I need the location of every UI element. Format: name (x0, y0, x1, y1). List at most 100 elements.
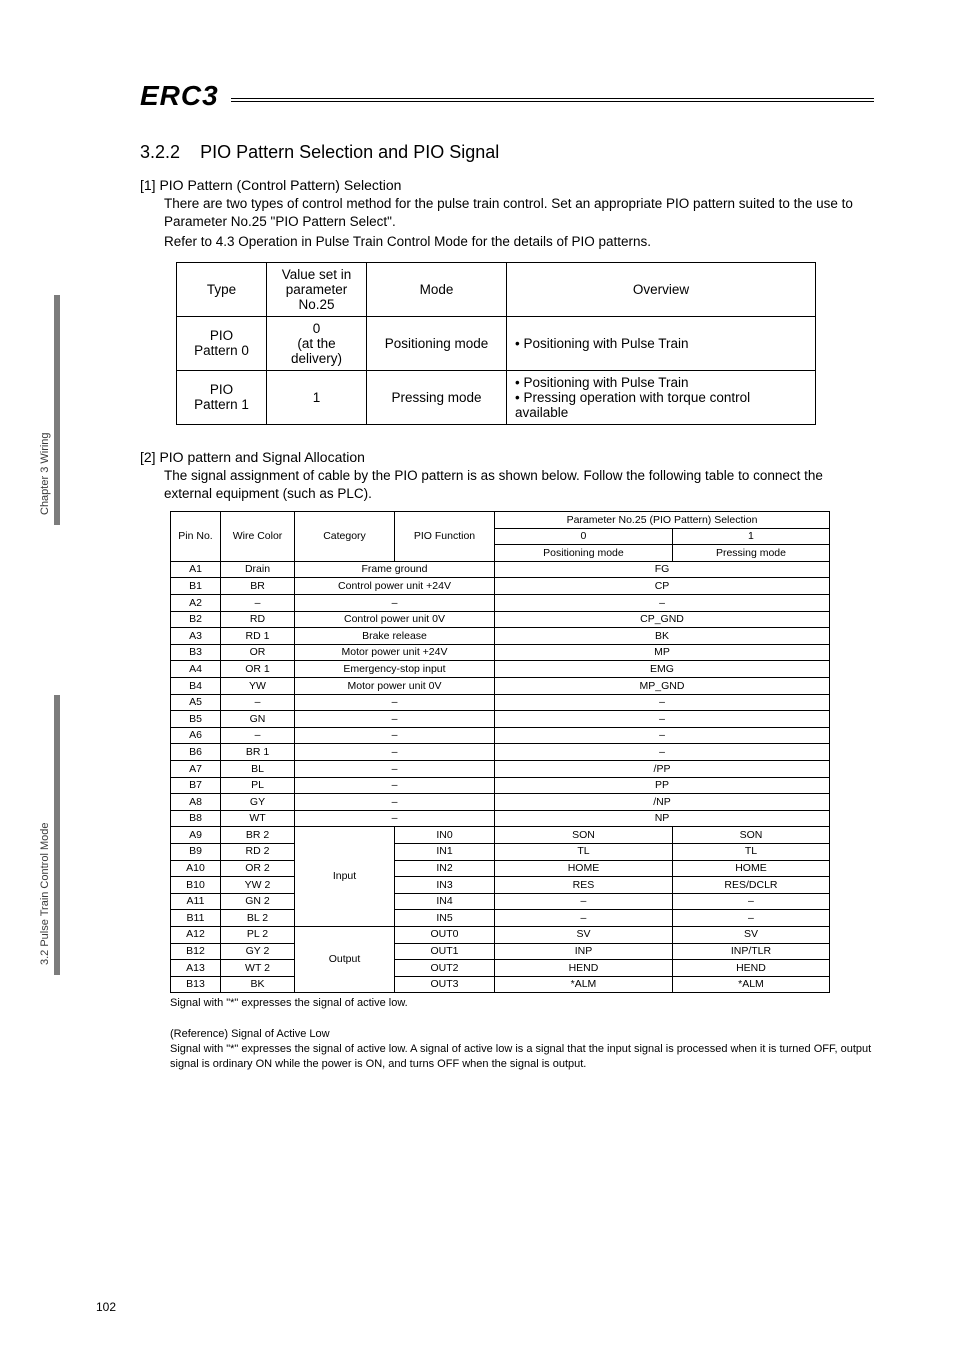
table-cell: PIO Pattern 0 (177, 316, 267, 370)
table-header: PIO Function (395, 512, 495, 562)
cell-pin: A10 (171, 860, 221, 877)
cell-signal-pos: HOME (495, 860, 673, 877)
header-rule (231, 98, 874, 99)
cell-wire: YW 2 (221, 877, 295, 894)
table-header: Type (177, 262, 267, 316)
cell-wire: BR 1 (221, 744, 295, 761)
cell-pin: B8 (171, 810, 221, 827)
table-row: B7PL–PP (171, 777, 830, 794)
cell-pin: B11 (171, 910, 221, 927)
cell-signal-pos: *ALM (495, 976, 673, 993)
cell-signal: /NP (495, 794, 830, 811)
cell-wire: GY (221, 794, 295, 811)
cell-wire: BR (221, 578, 295, 595)
cell-function: OUT0 (395, 926, 495, 943)
table-row: B3ORMotor power unit +24VMP (171, 644, 830, 661)
table-row: A10OR 2IN2HOMEHOME (171, 860, 830, 877)
cell-wire: GY 2 (221, 943, 295, 960)
table-row: A4OR 1Emergency-stop inputEMG (171, 661, 830, 678)
cell-category: – (295, 761, 495, 778)
cell-wire: RD (221, 611, 295, 628)
cell-wire: BL 2 (221, 910, 295, 927)
cell-category: – (295, 727, 495, 744)
cell-function: IN5 (395, 910, 495, 927)
side-tab-container: Chapter 3 Wiring 3.2 Pulse Train Control… (0, 0, 56, 1350)
table-cell: PIO Pattern 1 (177, 370, 267, 424)
cell-pin: B4 (171, 678, 221, 695)
cell-signal-press: HEND (672, 960, 829, 977)
cell-category: Motor power unit 0V (295, 678, 495, 695)
cell-wire: Drain (221, 561, 295, 578)
cell-wire: – (221, 694, 295, 711)
table-footnote: Signal with "*" expresses the signal of … (170, 997, 874, 1009)
cell-wire: PL (221, 777, 295, 794)
table-cell: • Positioning with Pulse Train • Pressin… (507, 370, 816, 424)
table-cell: 0 (at the delivery) (267, 316, 367, 370)
pio-pattern-table: Type Value set in parameter No.25 Mode O… (176, 262, 816, 425)
cell-function: IN0 (395, 827, 495, 844)
cell-function: IN1 (395, 843, 495, 860)
cell-wire: BR 2 (221, 827, 295, 844)
cell-pin: A3 (171, 628, 221, 645)
cell-wire: – (221, 727, 295, 744)
cell-wire: YW (221, 678, 295, 695)
cell-pin: A13 (171, 960, 221, 977)
table-row: A8GY–/NP (171, 794, 830, 811)
cell-signal: – (495, 727, 830, 744)
cell-signal: PP (495, 777, 830, 794)
table-row: A13WT 2OUT2HENDHEND (171, 960, 830, 977)
table-row: B4YWMotor power unit 0VMP_GND (171, 678, 830, 695)
cell-pin: B3 (171, 644, 221, 661)
subsection-2-heading: [2] PIO pattern and Signal Allocation (140, 449, 874, 465)
reference-title: (Reference) Signal of Active Low (170, 1027, 874, 1042)
cell-wire: BK (221, 976, 295, 993)
table-cell: 1 (267, 370, 367, 424)
cell-pin: A6 (171, 727, 221, 744)
table-header: Category (295, 512, 395, 562)
cell-signal-press: HOME (672, 860, 829, 877)
cell-category: Brake release (295, 628, 495, 645)
cell-pin: B7 (171, 777, 221, 794)
cell-signal: – (495, 694, 830, 711)
section-title: PIO Pattern Selection and PIO Signal (200, 142, 499, 162)
table-row: B11BL 2IN5–– (171, 910, 830, 927)
cell-signal: BK (495, 628, 830, 645)
cell-signal: EMG (495, 661, 830, 678)
table-header: Pin No. (171, 512, 221, 562)
table-row: A5––– (171, 694, 830, 711)
cell-category: – (295, 777, 495, 794)
table-row: A2––– (171, 595, 830, 612)
table-row: B6BR 1–– (171, 744, 830, 761)
table-header: Wire Color (221, 512, 295, 562)
subsection-2-paragraph: The signal assignment of cable by the PI… (164, 467, 874, 503)
cell-signal-pos: SV (495, 926, 673, 943)
cell-wire: RD 1 (221, 628, 295, 645)
cell-pin: B6 (171, 744, 221, 761)
table-header: 1 (672, 528, 829, 545)
section-number: 3.2.2 (140, 142, 180, 162)
cell-signal-press: RES/DCLR (672, 877, 829, 894)
cell-signal-pos: INP (495, 943, 673, 960)
table-header: Value set in parameter No.25 (267, 262, 367, 316)
table-header: Pressing mode (672, 545, 829, 562)
table-row: A11GN 2IN4–– (171, 893, 830, 910)
table-row: B1BRControl power unit +24VCP (171, 578, 830, 595)
cell-category: Frame ground (295, 561, 495, 578)
cell-category: Emergency-stop input (295, 661, 495, 678)
cell-signal-press: INP/TLR (672, 943, 829, 960)
cell-signal-press: *ALM (672, 976, 829, 993)
table-row: B12GY 2OUT1INPINP/TLR (171, 943, 830, 960)
cell-wire: OR 2 (221, 860, 295, 877)
reference-body: Signal with "*" expresses the signal of … (170, 1042, 874, 1072)
cell-signal-press: TL (672, 843, 829, 860)
page-body: ERC3 3.2.2 PIO Pattern Selection and PIO… (140, 80, 874, 1072)
cell-pin: A1 (171, 561, 221, 578)
cell-signal-pos: – (495, 910, 673, 927)
cell-pin: A5 (171, 694, 221, 711)
cell-category: Input (295, 827, 395, 927)
cell-category: Motor power unit +24V (295, 644, 495, 661)
cell-pin: B5 (171, 711, 221, 728)
table-header: Positioning mode (495, 545, 673, 562)
cell-pin: B2 (171, 611, 221, 628)
cell-signal-pos: TL (495, 843, 673, 860)
